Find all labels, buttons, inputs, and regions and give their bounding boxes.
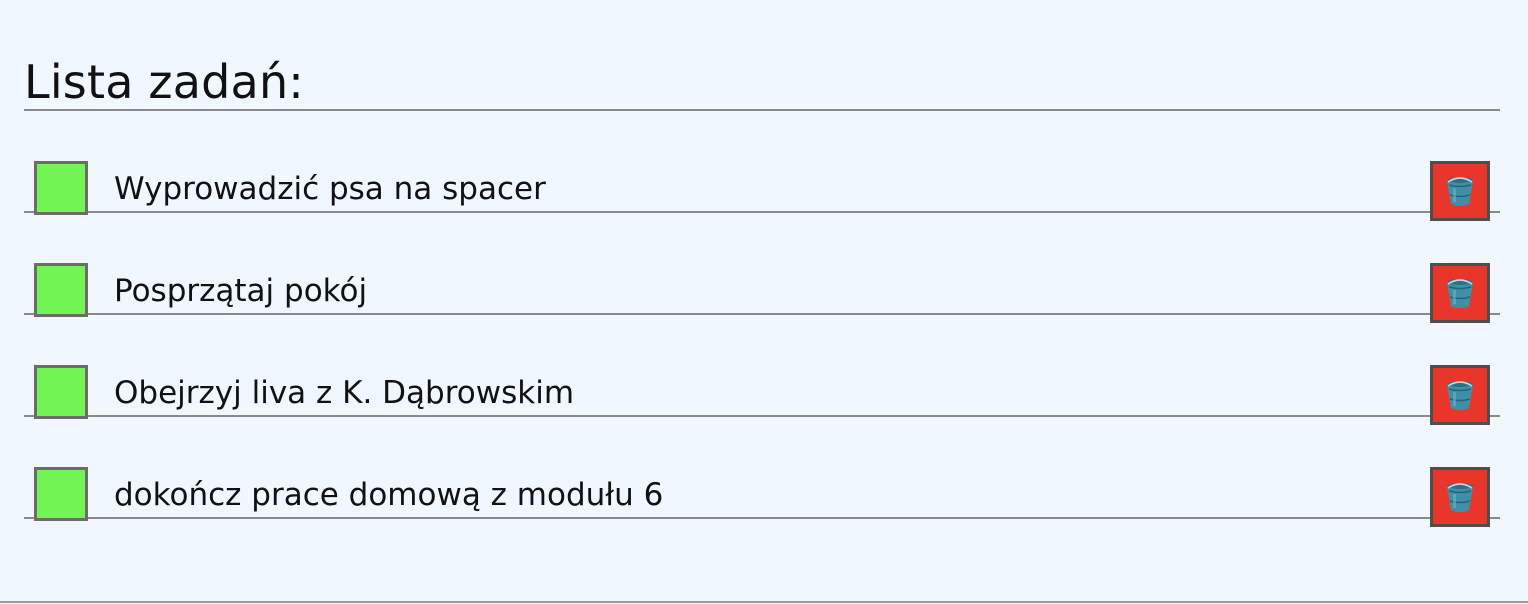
task-row: Posprzątaj pokój bbox=[24, 213, 1500, 323]
task-text: Wyprowadzić psa na spacer bbox=[114, 171, 546, 207]
task-text: Obejrzyj liva z K. Dąbrowskim bbox=[114, 375, 575, 411]
task-text: dokończ prace domową z modułu 6 bbox=[114, 477, 664, 513]
delete-task-button[interactable] bbox=[1430, 467, 1490, 527]
task-checkbox[interactable] bbox=[34, 467, 88, 521]
task-row: Wyprowadzić psa na spacer bbox=[24, 111, 1500, 221]
delete-task-button[interactable] bbox=[1430, 365, 1490, 425]
bucket-icon bbox=[1442, 479, 1478, 515]
bucket-icon bbox=[1442, 377, 1478, 413]
task-checkbox[interactable] bbox=[34, 263, 88, 317]
bucket-icon bbox=[1442, 173, 1478, 209]
page-title: Lista zadań: bbox=[24, 55, 304, 109]
task-list: Wyprowadzić psa na spacer Posprzątaj pok… bbox=[24, 111, 1500, 527]
task-checkbox[interactable] bbox=[34, 365, 88, 419]
bottom-divider bbox=[0, 601, 1528, 603]
task-row: dokończ prace domową z modułu 6 bbox=[24, 417, 1500, 527]
bucket-icon bbox=[1442, 275, 1478, 311]
task-row: Obejrzyj liva z K. Dąbrowskim bbox=[24, 315, 1500, 425]
delete-task-button[interactable] bbox=[1430, 161, 1490, 221]
task-checkbox[interactable] bbox=[34, 161, 88, 215]
task-text: Posprzątaj pokój bbox=[114, 273, 368, 309]
delete-task-button[interactable] bbox=[1430, 263, 1490, 323]
